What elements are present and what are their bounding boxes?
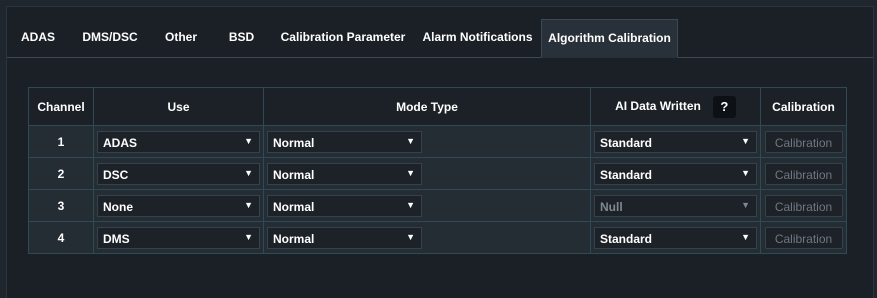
chevron-down-icon: ▼ [741,167,750,178]
tab-dms-dsc[interactable]: DMS/DSC [69,19,151,57]
calibration-cell: Calibration [760,221,847,254]
use-cell: ADAS ▼ [93,125,264,158]
tab-calibration-parameter[interactable]: Calibration Parameter [272,19,414,57]
mode-type-select[interactable]: Normal ▼ [267,130,422,153]
mode-type-select[interactable]: Normal ▼ [267,162,422,185]
mode-cell: Normal ▼ [263,157,591,190]
tab-algorithm-calibration[interactable]: Algorithm Calibration [541,19,678,58]
chevron-down-icon: ▼ [741,199,750,210]
calibration-cell: Calibration [760,157,847,190]
table-row: 2 DSC ▼ Normal ▼ Standard ▼ Calibration [28,157,847,190]
question-icon[interactable]: ? [712,95,736,118]
chevron-down-icon: ▼ [406,135,415,146]
mode-cell: Normal ▼ [263,125,591,158]
channel-cell: 4 [28,221,94,254]
use-select[interactable]: DMS ▼ [97,226,260,249]
channel-cell: 3 [28,189,94,222]
ai-data-select-value: Standard [600,167,653,182]
ai-cell: Standard ▼ [590,157,761,190]
ai-data-select: Null ▼ [594,194,757,217]
calibration-button[interactable]: Calibration [764,226,843,249]
use-select[interactable]: None ▼ [97,194,260,217]
header-mode-type: Mode Type [263,87,591,126]
tab-bar: ADAS DMS/DSC Other BSD Calibration Param… [7,19,873,58]
chevron-down-icon: ▼ [244,231,253,242]
use-select[interactable]: ADAS ▼ [97,130,260,153]
tab-bsd[interactable]: BSD [211,19,272,57]
algorithm-calibration-panel: ADAS DMS/DSC Other BSD Calibration Param… [6,6,874,298]
tab-other[interactable]: Other [151,19,211,57]
mode-type-select[interactable]: Normal ▼ [267,226,422,249]
use-cell: DMS ▼ [93,221,264,254]
header-use: Use [93,87,264,126]
chevron-down-icon: ▼ [406,167,415,178]
chevron-down-icon: ▼ [244,199,253,210]
mode-cell: Normal ▼ [263,221,591,254]
ai-data-select[interactable]: Standard ▼ [594,162,757,185]
calibration-cell: Calibration [760,125,847,158]
header-channel: Channel [28,87,94,126]
mode-cell: Normal ▼ [263,189,591,222]
use-select-value: DMS [103,231,130,246]
chevron-down-icon: ▼ [406,199,415,210]
chevron-down-icon: ▼ [244,135,253,146]
tab-alarm-notifications[interactable]: Alarm Notifications [414,19,541,57]
use-select-value: DSC [103,167,129,182]
ai-data-select-value: Standard [600,135,653,150]
table-row: 4 DMS ▼ Normal ▼ Standard ▼ Calibration [28,221,847,254]
ai-cell: Standard ▼ [590,221,761,254]
ai-data-select-value: Null [600,199,623,214]
chevron-down-icon: ▼ [741,135,750,146]
header-ai-data-written: AI Data Written? [590,87,761,126]
calibration-button[interactable]: Calibration [764,194,843,217]
table-row: 1 ADAS ▼ Normal ▼ Standard ▼ Calibration [28,125,847,158]
ai-data-select[interactable]: Standard ▼ [594,130,757,153]
use-cell: DSC ▼ [93,157,264,190]
ai-cell: Null ▼ [590,189,761,222]
ai-cell: Standard ▼ [590,125,761,158]
use-cell: None ▼ [93,189,264,222]
calibration-button[interactable]: Calibration [764,162,843,185]
ai-data-select-value: Standard [600,231,653,246]
calibration-cell: Calibration [760,189,847,222]
chevron-down-icon: ▼ [406,231,415,242]
channel-cell: 2 [28,157,94,190]
table-header-row: Channel Use Mode Type AI Data Written? C… [28,87,847,126]
calibration-table: Channel Use Mode Type AI Data Written? C… [28,87,847,254]
use-select[interactable]: DSC ▼ [97,162,260,185]
calibration-button[interactable]: Calibration [764,130,843,153]
header-calibration: Calibration [760,87,847,126]
mode-type-select-value: Normal [273,231,315,246]
chevron-down-icon: ▼ [741,231,750,242]
use-select-value: None [103,199,133,214]
use-select-value: ADAS [103,135,138,150]
tab-adas[interactable]: ADAS [7,19,69,57]
chevron-down-icon: ▼ [244,167,253,178]
mode-type-select-value: Normal [273,199,315,214]
header-ai-data-written-label: AI Data Written [615,98,701,113]
table-row: 3 None ▼ Normal ▼ Null ▼ Calibration [28,189,847,222]
mode-type-select-value: Normal [273,167,315,182]
mode-type-select-value: Normal [273,135,315,150]
mode-type-select[interactable]: Normal ▼ [267,194,422,217]
ai-data-select[interactable]: Standard ▼ [594,226,757,249]
channel-cell: 1 [28,125,94,158]
